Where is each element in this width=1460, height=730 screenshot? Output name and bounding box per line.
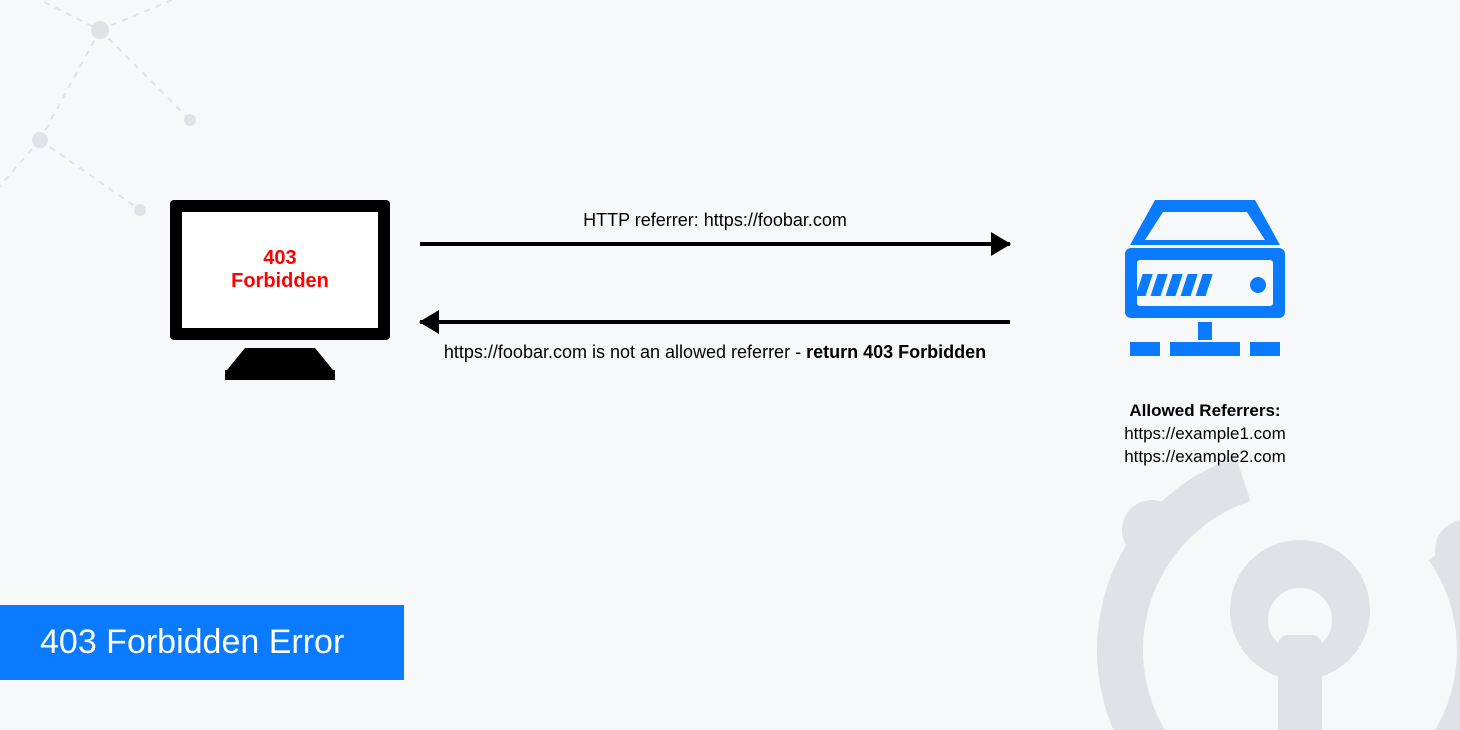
monitor-error-text: 403Forbidden (231, 247, 329, 293)
client-monitor-icon: 403Forbidden (170, 200, 390, 380)
request-label: HTTP referrer: https://foobar.com (420, 210, 1010, 231)
request-arrow-icon (420, 242, 1010, 246)
response-label: https://foobar.com is not an allowed ref… (420, 340, 1010, 364)
server-allowed-list: Allowed Referrers: https://example1.com … (1110, 400, 1300, 469)
diagram-container: 403Forbidden HTTP referrer: https://foob… (170, 200, 1300, 500)
response-arrow-icon (420, 320, 1010, 324)
server-icon: Allowed Referrers: https://example1.com … (1110, 190, 1300, 469)
page-title: 403 Forbidden Error (0, 605, 404, 680)
